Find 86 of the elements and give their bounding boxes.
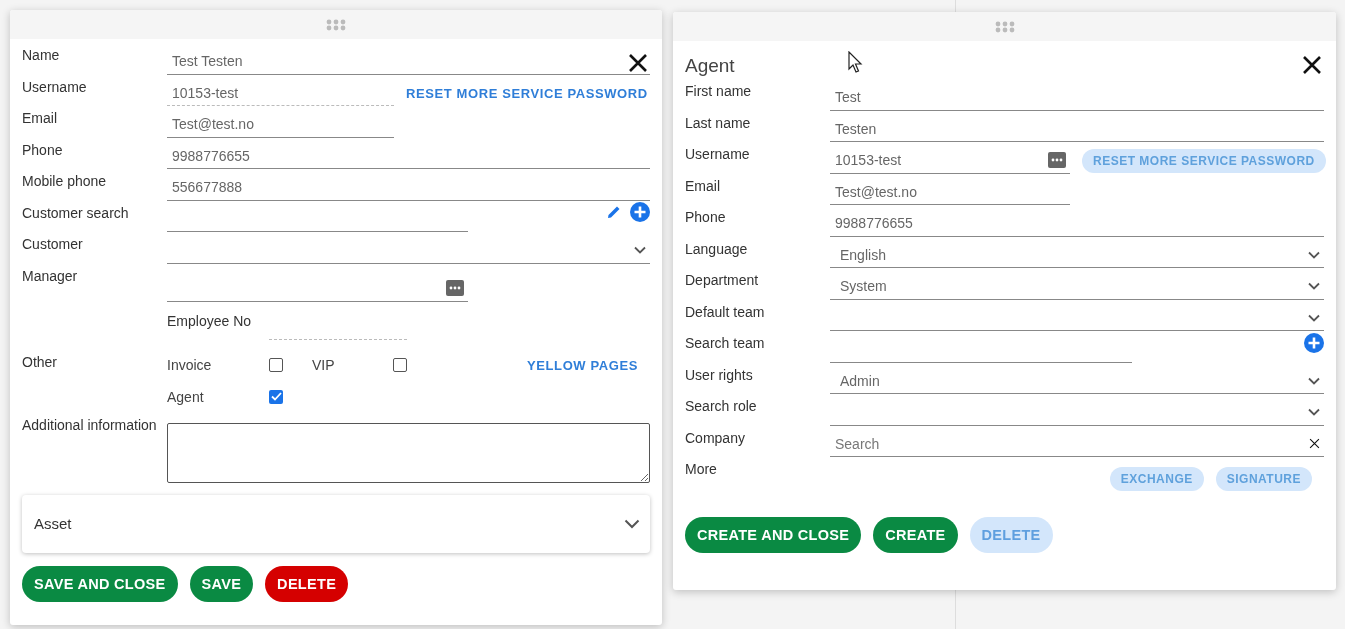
placeholder-text: Search xyxy=(835,435,880,452)
field-label: Phone xyxy=(22,140,64,158)
add-button[interactable] xyxy=(630,202,650,222)
add-button[interactable] xyxy=(1304,332,1324,353)
drag-handle-icon[interactable] xyxy=(994,20,1015,33)
chevron-down-icon[interactable] xyxy=(1308,250,1320,259)
select-field[interactable]: Admin xyxy=(830,368,1324,394)
field-value: Test Testen xyxy=(172,53,243,69)
text-field[interactable]: Test Testen xyxy=(167,48,650,75)
field-value: 10153-test xyxy=(835,152,902,168)
reset-password-link[interactable]: RESET MORE SERVICE PASSWORD xyxy=(406,85,648,101)
field-label: Manager xyxy=(22,266,79,284)
field-label: Email xyxy=(685,176,721,194)
field-label: First name xyxy=(685,82,753,99)
action-button[interactable]: SAVE xyxy=(189,565,254,602)
action-button[interactable]: CREATE AND CLOSE xyxy=(685,517,862,553)
field-label: Name xyxy=(22,46,61,63)
checkbox-label: VIP xyxy=(312,357,336,374)
field-label: Additional information xyxy=(22,415,158,433)
select-field[interactable]: English xyxy=(830,242,1324,268)
text-field[interactable]: Test@test.no xyxy=(167,111,394,138)
more-button[interactable] xyxy=(1048,152,1066,168)
field-label: Other xyxy=(22,352,58,370)
field-label: Email xyxy=(22,109,58,126)
chevron-down-icon[interactable] xyxy=(1308,282,1320,290)
field-value: Test@test.no xyxy=(172,116,254,132)
chevron-down-icon[interactable] xyxy=(1308,376,1320,385)
asset-accordion[interactable]: Asset xyxy=(22,494,650,553)
text-field[interactable]: Test@test.no xyxy=(830,179,1070,205)
field-label: Last name xyxy=(685,113,752,131)
field-value: Test xyxy=(835,89,861,105)
directory-link[interactable]: YELLOW PAGES xyxy=(527,357,638,373)
text-field[interactable]: 9988776655 xyxy=(167,143,650,169)
field-label: User rights xyxy=(685,365,754,383)
checkbox[interactable] xyxy=(393,358,407,373)
field-value: System xyxy=(840,278,887,294)
text-field[interactable]: 9988776655 xyxy=(830,210,1324,237)
field-label: Search role xyxy=(685,397,758,414)
dialog-title: Agent xyxy=(685,54,735,78)
chevron-down-icon[interactable] xyxy=(1308,408,1320,416)
text-field[interactable]: 10153-test xyxy=(830,147,1070,174)
field-value: Admin xyxy=(840,372,880,389)
field-label: Username xyxy=(685,145,751,162)
clear-icon xyxy=(1309,438,1320,449)
chevron-down-icon[interactable] xyxy=(634,246,646,254)
action-button[interactable]: CREATE xyxy=(873,517,958,553)
field-label: Phone xyxy=(685,208,727,225)
field-value: 556677888 xyxy=(172,179,243,195)
text-field[interactable]: Test xyxy=(830,84,1324,111)
field-label: Username xyxy=(22,77,88,95)
text-field[interactable]: 556677888 xyxy=(167,174,650,201)
field-label: Employee No xyxy=(167,311,253,329)
close-icon xyxy=(628,53,648,73)
field-label: Language xyxy=(685,239,749,257)
field-label: Company xyxy=(685,428,746,446)
field-value: 10153-test xyxy=(172,84,239,101)
field-value: 9988776655 xyxy=(835,215,913,231)
field-label: Customer search xyxy=(22,203,130,221)
close-icon xyxy=(1302,55,1322,75)
checkbox-label: Invoice xyxy=(167,357,213,374)
field-value: 9988776655 xyxy=(172,147,250,164)
text-field[interactable]: Testen xyxy=(830,116,1324,142)
field-value: Testen xyxy=(835,120,877,137)
action-button[interactable]: SAVE AND CLOSE xyxy=(22,565,178,602)
field-label: More xyxy=(685,460,718,477)
text-area[interactable] xyxy=(167,422,650,483)
field-value: Test@test.no xyxy=(835,183,917,200)
chevron-down-icon xyxy=(624,518,640,529)
cursor-icon xyxy=(848,51,864,75)
checkbox[interactable] xyxy=(269,358,283,373)
select-field[interactable]: System xyxy=(830,273,1324,300)
action-button[interactable]: DELETE xyxy=(265,565,349,602)
field-label: Department xyxy=(685,271,760,288)
chevron-down-icon[interactable] xyxy=(1308,313,1320,322)
text-field[interactable]: 10153-test xyxy=(167,80,394,106)
field-label: Default team xyxy=(685,302,766,320)
field-label: Mobile phone xyxy=(22,172,108,189)
field-label: Customer xyxy=(22,235,84,252)
accordion-title: Asset xyxy=(34,515,72,532)
field-label: Search team xyxy=(685,334,766,351)
field-value: English xyxy=(840,246,886,263)
search-field[interactable]: Search xyxy=(830,431,1324,457)
drag-handle-icon[interactable] xyxy=(326,18,346,31)
checkbox-label: Agent xyxy=(167,388,205,405)
checkbox[interactable] xyxy=(269,389,283,404)
more-button[interactable] xyxy=(446,280,464,296)
